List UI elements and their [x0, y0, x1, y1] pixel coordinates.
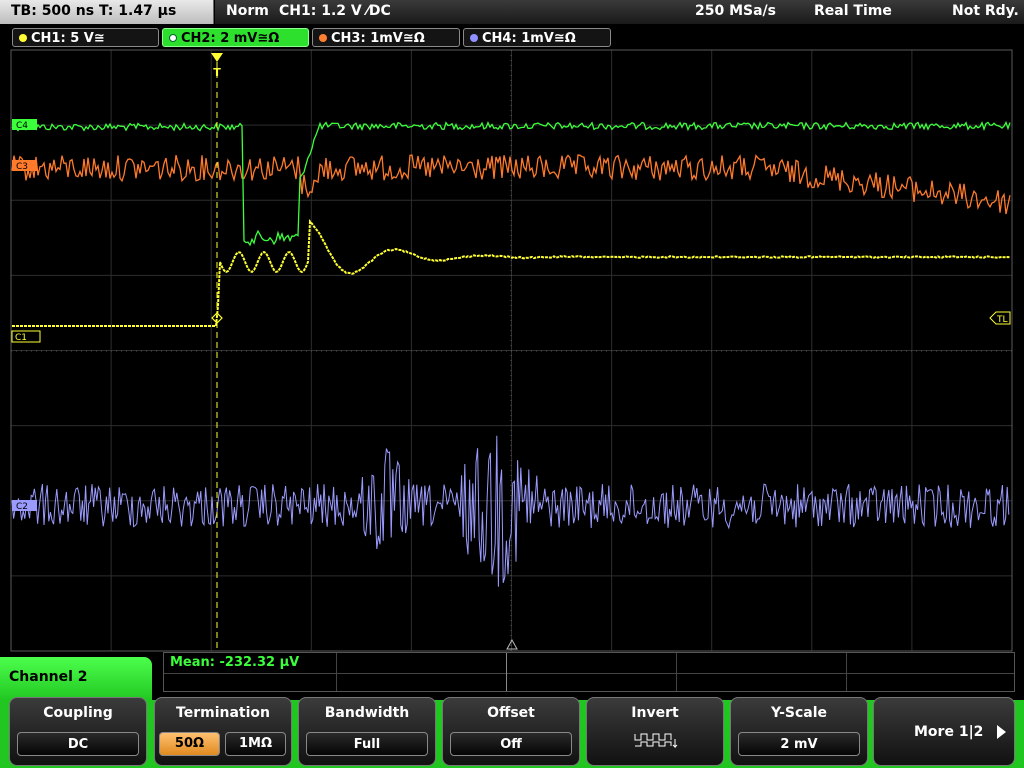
c3-offset-marker[interactable]: C3: [12, 160, 37, 172]
measurement-divider: [676, 653, 677, 691]
offset-value: Off: [450, 732, 572, 756]
trigger-level-label: TL: [996, 315, 1008, 325]
softkey-title: Y-Scale: [770, 705, 827, 721]
trigger-level-marker[interactable]: TL: [989, 311, 1011, 325]
termination-softkey[interactable]: Termination 50Ω 1MΩ: [154, 697, 292, 766]
offset-softkey[interactable]: Offset Off: [442, 697, 580, 766]
c3-marker-label: C3: [16, 162, 28, 172]
softkey-title: Coupling: [43, 705, 113, 721]
measurement-divider: [336, 653, 337, 691]
c1-offset-marker[interactable]: C1: [11, 330, 41, 343]
softkey-title: Offset: [487, 705, 535, 721]
coupling-softkey[interactable]: Coupling DC: [9, 697, 147, 766]
invert-softkey[interactable]: Invert: [586, 697, 724, 766]
more-label: More 1|2: [914, 724, 984, 740]
menu-title-text: Channel 2: [9, 669, 88, 685]
trigger-pos-label: T: [213, 66, 221, 79]
measurement-box[interactable]: Mean: -232.32 µV: [163, 652, 1015, 692]
softkey-title: Termination: [176, 705, 270, 721]
c2-marker-label: C2: [16, 502, 28, 512]
c1-marker-label: C1: [15, 333, 27, 343]
menu-title: Channel 2: [0, 657, 152, 701]
more-softkey[interactable]: More 1|2: [873, 697, 1015, 766]
waveform-display[interactable]: T C4 C3 C1 C2 TL: [0, 0, 1024, 660]
termination-50ohm-option[interactable]: 50Ω: [159, 732, 220, 756]
termination-1mohm-option[interactable]: 1MΩ: [225, 732, 286, 756]
measurement-divider: [164, 673, 1014, 674]
trigger-position-marker[interactable]: T: [211, 53, 223, 79]
measurement-divider: [506, 653, 507, 691]
ch4-waveform: [11, 435, 1010, 587]
next-page-icon: [997, 725, 1006, 739]
measurement-divider: [846, 653, 847, 691]
softkey-title: Bandwidth: [324, 705, 410, 721]
invert-waveform-icon: [634, 733, 678, 749]
c2-offset-marker[interactable]: C2: [12, 500, 37, 512]
coupling-value: DC: [17, 732, 139, 756]
y-scale-value: 2 mV: [738, 732, 860, 756]
mean-readout: Mean: -232.32 µV: [170, 655, 300, 670]
y-scale-softkey[interactable]: Y-Scale 2 mV: [730, 697, 868, 766]
bandwidth-value: Full: [306, 732, 428, 756]
c4-marker-label: C4: [16, 121, 28, 131]
softkey-title: Invert: [631, 705, 679, 721]
graticule: [11, 50, 1012, 651]
c4-offset-marker[interactable]: C4: [12, 119, 37, 131]
bandwidth-softkey[interactable]: Bandwidth Full: [298, 697, 436, 766]
